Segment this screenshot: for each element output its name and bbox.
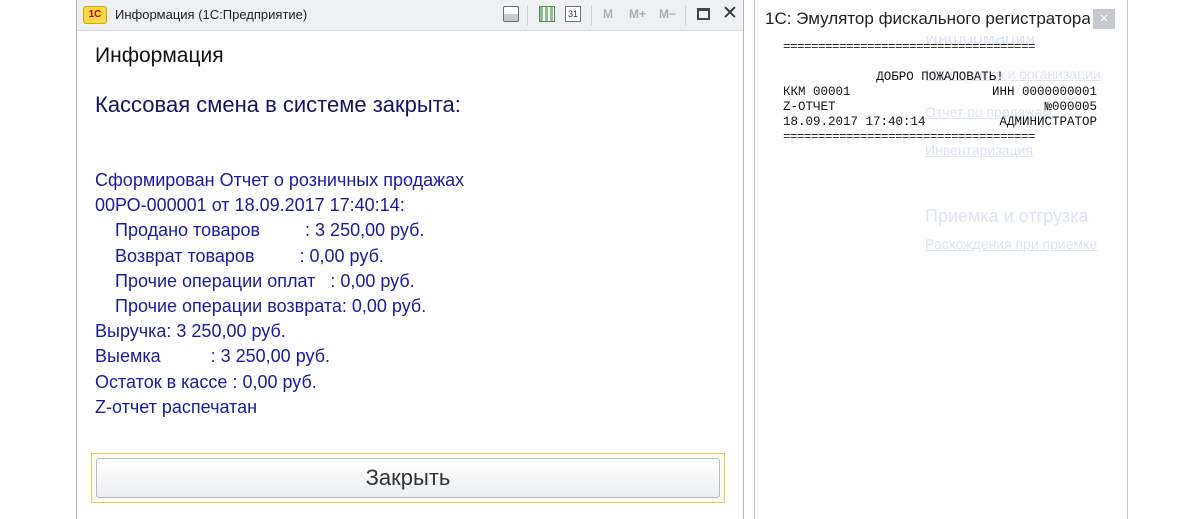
fiscal-receipt: ==================================== ДОБ… xyxy=(783,40,1097,145)
info-titlebar: 1С Информация (1С:Предприятие) 31 M M+ M… xyxy=(77,0,743,31)
receipt-report-number: №000005 xyxy=(1044,100,1097,114)
window-title: Информация (1С:Предприятие) xyxy=(115,7,308,22)
dialog-heading: Информация xyxy=(95,44,224,67)
calculator-icon[interactable] xyxy=(539,6,555,22)
report-line: Прочие операции возврата: 0,00 руб. xyxy=(115,295,427,316)
report-line: Остаток в кассе : 0,00 руб. xyxy=(95,371,317,392)
report-line: Выручка: 3 250,00 руб. xyxy=(95,321,286,342)
receipt-kkm: ККМ 00001 xyxy=(783,85,851,99)
receipt-row: 18.09.2017 17:40:14 АДМИНИСТРАТОР xyxy=(783,115,1097,130)
calendar-icon[interactable]: 31 xyxy=(565,6,581,22)
report-line: Z-отчет распечатан xyxy=(95,396,258,417)
receipt-report-type: Z-ОТЧЕТ xyxy=(783,100,836,114)
report-line: Продано товаров : 3 250,00 руб. xyxy=(115,220,425,241)
close-button[interactable]: Закрыть xyxy=(96,458,720,498)
toolbar-divider xyxy=(527,5,528,25)
report-line: Сформирован Отчет о розничных продажах xyxy=(95,170,465,190)
report-summary: Сформирован Отчет о розничных продажах 0… xyxy=(95,168,464,420)
background-strip xyxy=(1128,0,1200,519)
toolbar-divider xyxy=(591,5,592,25)
report-line: Возврат товаров : 0,00 руб. xyxy=(115,245,384,266)
report-line: Выемка : 3 250,00 руб. xyxy=(95,346,331,367)
print-icon[interactable] xyxy=(503,6,519,22)
memory-add-button[interactable]: M+ xyxy=(629,7,646,21)
memory-subtract-button[interactable]: M− xyxy=(659,7,676,21)
memory-button[interactable]: M xyxy=(603,7,613,21)
toolbar-divider xyxy=(685,5,686,25)
emulator-titlebar: 1С: Эмулятор фискального регистратора × xyxy=(755,0,1127,36)
receipt-separator: ==================================== xyxy=(783,40,1036,54)
info-dialog: 1С Информация (1С:Предприятие) 31 M M+ M… xyxy=(76,0,744,519)
close-icon[interactable]: × xyxy=(1093,9,1115,29)
receipt-row: Z-ОТЧЕТ №000005 xyxy=(783,100,1097,115)
emulator-title: 1С: Эмулятор фискального регистратора xyxy=(765,9,1090,28)
background-panel-link: Расхождения при приемке xyxy=(925,236,1098,252)
receipt-operator: АДМИНИСТРАТОР xyxy=(999,115,1097,129)
receipt-separator: ==================================== xyxy=(783,130,1036,144)
background-panel-item: Приемка и отгрузка xyxy=(925,206,1089,226)
report-line: Прочие операции оплат : 0,00 руб. xyxy=(115,270,415,291)
maximize-icon[interactable] xyxy=(697,8,710,20)
receipt-welcome: ДОБРО ПОЖАЛОВАТЬ! xyxy=(876,70,1004,84)
receipt-inn: ИНН 0000000001 xyxy=(991,85,1097,99)
1c-logo-icon: 1С xyxy=(83,6,107,24)
fiscal-emulator-window: Информация Маркировка и организации Отче… xyxy=(754,0,1128,519)
report-line: 00РО-000001 от 18.09.2017 17:40:14: xyxy=(95,195,405,216)
shift-closed-message: Кассовая смена в системе закрыта: xyxy=(95,92,461,117)
receipt-datetime: 18.09.2017 17:40:14 xyxy=(783,115,926,129)
close-button-focus-frame: Закрыть xyxy=(91,453,725,503)
receipt-row: ККМ 00001 ИНН 0000000001 xyxy=(783,85,1097,100)
close-icon[interactable]: ✕ xyxy=(722,4,738,24)
receipt-blank-line xyxy=(783,55,1097,70)
